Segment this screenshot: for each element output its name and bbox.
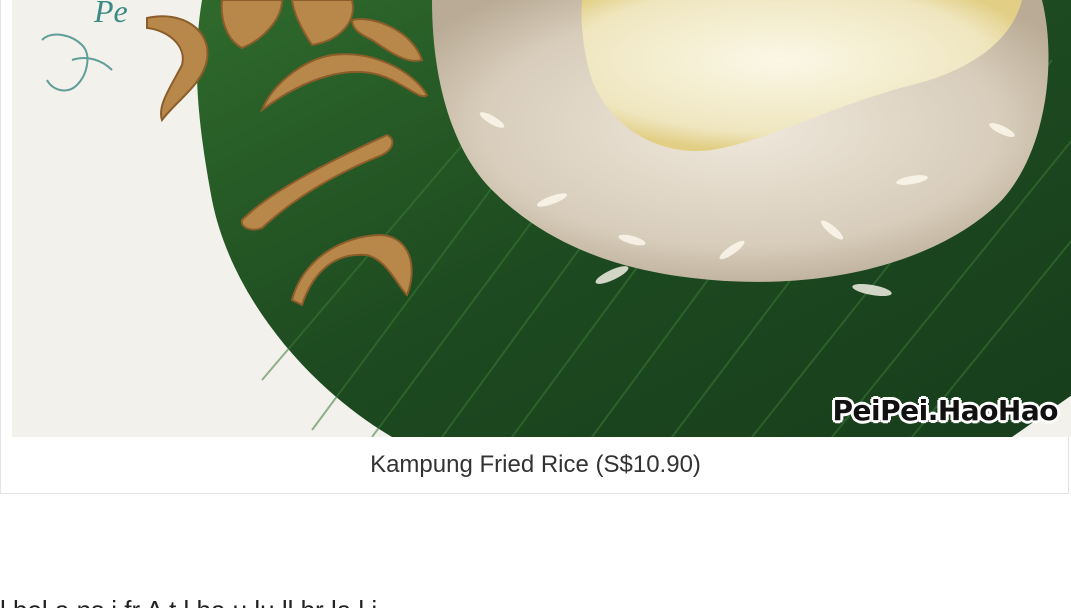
photo-watermark: PeiPei.HaoHao	[832, 394, 1059, 427]
fried-rice-photo[interactable]: Pe PeiPei.HaoHao	[12, 0, 1071, 437]
article-paragraph-cropped: l bel a ns i fr A t l ha u lu ll br la l…	[0, 578, 1071, 608]
photo-illustration: Pe	[12, 0, 1071, 437]
image-caption: Kampung Fried Rice (S$10.90)	[370, 451, 701, 478]
article-paragraph-fragment: l bel a ns i fr A t l ha u lu ll br la l…	[0, 590, 1071, 608]
image-figure: Pe PeiPei.HaoHao Kampung Fried Rice (S$1…	[0, 0, 1071, 494]
plate-logo-text: Pe	[93, 0, 128, 29]
